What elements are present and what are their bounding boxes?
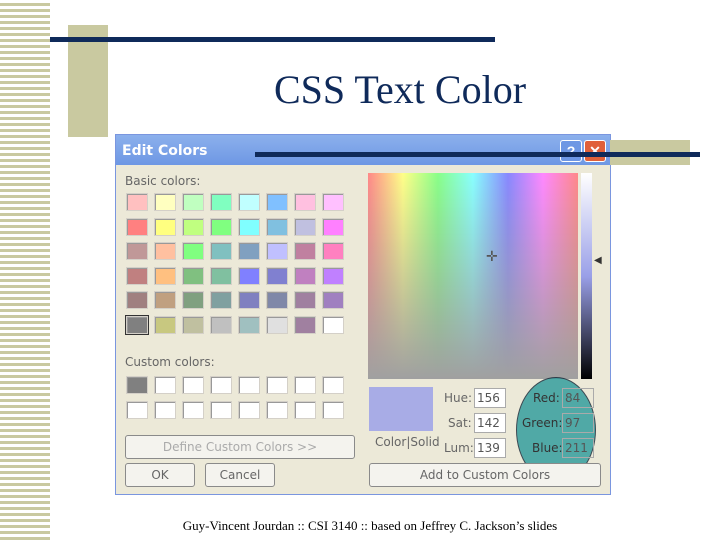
crosshair-icon[interactable]: ✛ (486, 249, 498, 265)
color-swatch[interactable] (210, 376, 232, 394)
color-swatch[interactable] (266, 193, 288, 211)
edit-colors-dialog: Edit Colors ? ✕ Basic colors: Custom col… (115, 134, 611, 495)
hue-input[interactable]: 156 (474, 388, 506, 408)
color-swatch[interactable] (266, 401, 288, 419)
color-swatch[interactable] (154, 193, 176, 211)
color-swatch[interactable] (210, 401, 232, 419)
color-swatch[interactable] (154, 266, 176, 285)
slide-footer: Guy-Vincent Jourdan :: CSI 3140 :: based… (182, 518, 558, 533)
close-button[interactable]: ✕ (584, 140, 606, 162)
color-swatch[interactable] (238, 242, 260, 260)
color-swatch[interactable] (238, 315, 260, 334)
help-button[interactable]: ? (560, 140, 582, 162)
hue-label: Hue: (444, 391, 473, 405)
color-swatch[interactable] (294, 401, 316, 419)
color-swatch[interactable] (126, 242, 148, 260)
color-swatch[interactable] (126, 376, 148, 394)
color-swatch[interactable] (154, 376, 176, 394)
color-swatch[interactable] (182, 242, 204, 260)
color-swatch[interactable] (126, 217, 148, 236)
color-swatch[interactable] (294, 217, 316, 236)
color-swatch[interactable] (210, 242, 232, 260)
cancel-button[interactable]: Cancel (205, 463, 275, 487)
sat-label: Sat: (448, 416, 472, 430)
color-solid-label: Color|Solid (375, 435, 440, 449)
color-swatch[interactable] (182, 376, 204, 394)
color-swatch[interactable] (294, 315, 316, 334)
color-swatch[interactable] (322, 401, 344, 419)
blue-label: Blue: (532, 441, 563, 455)
color-swatch[interactable] (182, 193, 204, 211)
sat-input[interactable]: 142 (474, 413, 506, 433)
red-input[interactable]: 84 (562, 388, 594, 408)
decorative-stripes (0, 0, 50, 540)
color-swatch[interactable] (266, 242, 288, 260)
color-swatch[interactable] (126, 401, 148, 419)
color-swatch[interactable] (294, 193, 316, 211)
green-input[interactable]: 97 (562, 413, 594, 433)
color-swatch[interactable] (238, 376, 260, 394)
color-swatch[interactable] (126, 193, 148, 211)
color-swatch[interactable] (294, 291, 316, 309)
color-swatch[interactable] (322, 315, 344, 334)
color-swatch[interactable] (238, 217, 260, 236)
lum-label: Lum: (444, 441, 474, 455)
decorative-rule (255, 152, 700, 157)
ok-button[interactable]: OK (125, 463, 195, 487)
color-swatch[interactable] (266, 376, 288, 394)
color-swatch[interactable] (154, 242, 176, 260)
green-label: Green: (522, 416, 563, 430)
color-swatch[interactable] (126, 266, 148, 285)
color-swatch[interactable] (210, 315, 232, 334)
red-label: Red: (533, 391, 560, 405)
color-swatch[interactable] (182, 315, 204, 334)
color-swatch[interactable] (322, 376, 344, 394)
title-rule (50, 37, 495, 42)
color-swatch[interactable] (210, 217, 232, 236)
lum-input[interactable]: 139 (474, 438, 506, 458)
color-swatch[interactable] (266, 217, 288, 236)
basic-colors-label: Basic colors: (125, 174, 201, 188)
blue-input[interactable]: 211 (562, 438, 594, 458)
color-swatch[interactable] (294, 266, 316, 285)
color-swatch[interactable] (322, 217, 344, 236)
dialog-title: Edit Colors (122, 143, 208, 159)
color-swatch[interactable] (154, 401, 176, 419)
color-swatch[interactable] (322, 266, 344, 285)
add-to-custom-colors-button[interactable]: Add to Custom Colors (369, 463, 601, 487)
custom-colors-label: Custom colors: (125, 355, 215, 369)
color-swatch[interactable] (238, 401, 260, 419)
luminance-arrow-icon[interactable]: ◀ (594, 255, 602, 266)
color-swatch[interactable] (322, 193, 344, 211)
color-swatch[interactable] (238, 266, 260, 285)
color-swatch[interactable] (266, 266, 288, 285)
color-swatch[interactable] (294, 242, 316, 260)
color-swatch[interactable] (210, 193, 232, 211)
color-swatch[interactable] (154, 291, 176, 309)
color-swatch[interactable] (266, 315, 288, 334)
color-swatch[interactable] (182, 266, 204, 285)
color-swatch[interactable] (322, 291, 344, 309)
color-swatch[interactable] (182, 291, 204, 309)
color-swatch[interactable] (126, 291, 148, 309)
color-swatch[interactable] (238, 193, 260, 211)
color-spectrum[interactable]: ✛ (368, 173, 578, 379)
define-custom-colors-button[interactable]: Define Custom Colors >> (125, 435, 355, 459)
color-swatch[interactable] (154, 217, 176, 236)
color-swatch[interactable] (238, 291, 260, 309)
luminance-slider[interactable] (581, 173, 592, 379)
color-swatch[interactable] (266, 291, 288, 309)
color-swatch[interactable] (322, 242, 344, 260)
color-swatch[interactable] (154, 315, 176, 334)
color-swatch[interactable] (210, 291, 232, 309)
color-swatch[interactable] (294, 376, 316, 394)
color-swatch[interactable] (210, 266, 232, 285)
color-swatch[interactable] (182, 401, 204, 419)
dialog-titlebar: Edit Colors (116, 135, 610, 165)
color-swatch[interactable] (125, 314, 149, 335)
color-preview (369, 387, 433, 431)
slide-title: CSS Text Color (273, 67, 527, 112)
color-swatch[interactable] (182, 217, 204, 236)
